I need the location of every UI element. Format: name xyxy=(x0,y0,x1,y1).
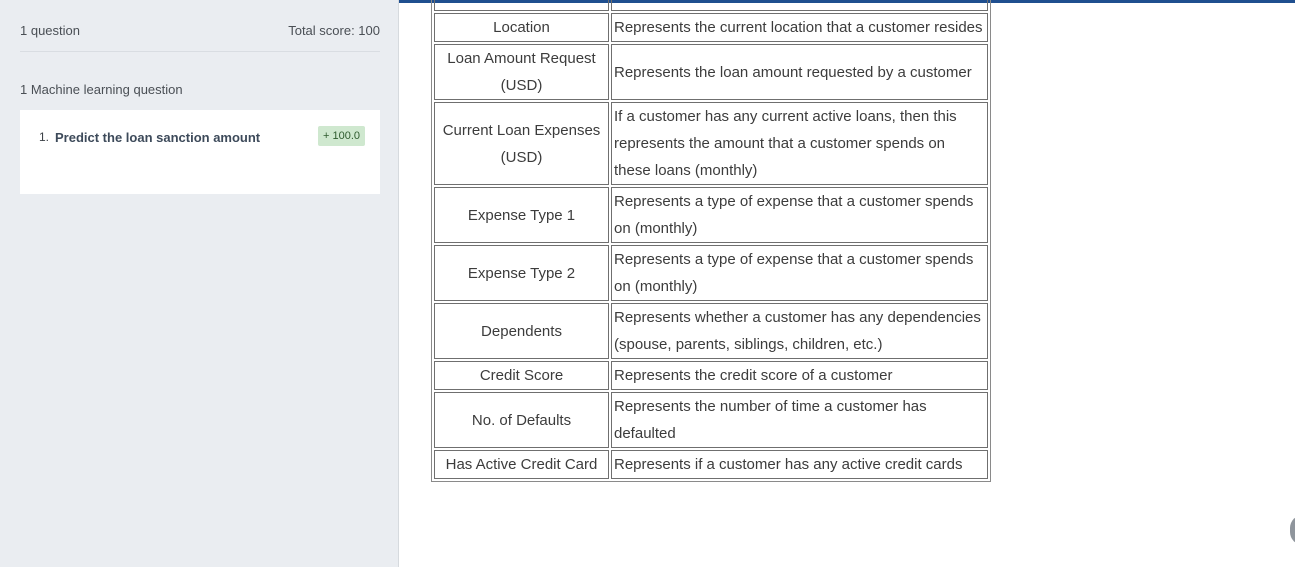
feature-table: Location Represents the current location … xyxy=(431,0,991,482)
table-row: Current Loan Expenses (USD) If a customer… xyxy=(434,102,988,185)
feature-name-cell: Loan Amount Request (USD) xyxy=(434,44,609,100)
feature-name-cell: Expense Type 2 xyxy=(434,245,609,301)
question-sidebar: 1 question Total score: 100 1 Machine le… xyxy=(0,0,399,567)
question-number: 1. xyxy=(39,130,50,144)
feature-description-cell: Represents if a customer has any active … xyxy=(611,450,988,479)
feature-description-cell: Represents the credit score of a custome… xyxy=(611,361,988,390)
question-count: 1 question xyxy=(20,23,80,38)
feature-description-cell xyxy=(611,0,988,11)
feature-name-cell: Has Active Credit Card xyxy=(434,450,609,479)
feature-name-cell: Current Loan Expenses (USD) xyxy=(434,102,609,185)
table-row: Loan Amount Request (USD) Represents the … xyxy=(434,44,988,100)
table-row: Credit Score Represents the credit score … xyxy=(434,361,988,390)
table-row: Expense Type 2 Represents a type of expen… xyxy=(434,245,988,301)
feature-table-wrapper: Location Represents the current location … xyxy=(431,0,991,482)
feature-description-cell: Represents the number of time a customer… xyxy=(611,392,988,448)
feature-description-cell: Represents a type of expense that a cust… xyxy=(611,245,988,301)
feature-description-cell: If a customer has any current active loa… xyxy=(611,102,988,185)
question-content: Location Represents the current location … xyxy=(400,0,1295,567)
table-row: Has Active Credit Card Represents if a cu… xyxy=(434,450,988,479)
table-row: Dependents Represents whether a customer … xyxy=(434,303,988,359)
feature-name-cell: Dependents xyxy=(434,303,609,359)
section-title: 1 Machine learning question xyxy=(20,82,183,97)
question-title[interactable]: Predict the loan sanction amount xyxy=(55,130,260,145)
feature-description-cell: Represents a type of expense that a cust… xyxy=(611,187,988,243)
feature-description-cell: Represents the current location that a c… xyxy=(611,13,988,42)
feature-description-cell: Represents the loan amount requested by … xyxy=(611,44,988,100)
feature-description-cell: Represents whether a customer has any de… xyxy=(611,303,988,359)
table-row: Expense Type 1 Represents a type of expen… xyxy=(434,187,988,243)
total-score: Total score: 100 xyxy=(288,23,380,38)
feature-name-cell: Expense Type 1 xyxy=(434,187,609,243)
question-card[interactable]: 1. Predict the loan sanction amount + 10… xyxy=(20,110,380,194)
feature-name-cell: No. of Defaults xyxy=(434,392,609,448)
test-summary: 1 question Total score: 100 xyxy=(20,23,380,52)
feature-name-cell: Credit Score xyxy=(434,361,609,390)
table-row: Location Represents the current location … xyxy=(434,13,988,42)
table-row: No. of Defaults Represents the number of … xyxy=(434,392,988,448)
table-row xyxy=(434,0,988,11)
question-score-badge: + 100.0 xyxy=(318,126,366,146)
feature-name-cell xyxy=(434,0,609,11)
feature-name-cell: Location xyxy=(434,13,609,42)
